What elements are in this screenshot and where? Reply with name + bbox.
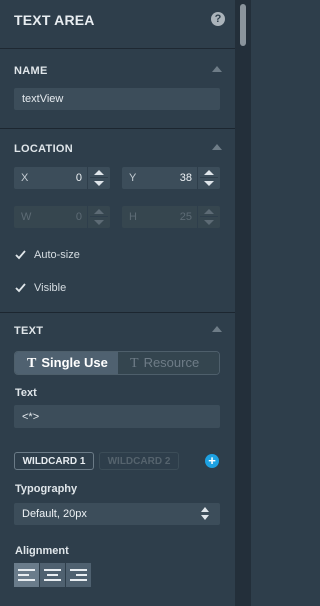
x-stepper-arrows[interactable] xyxy=(87,167,110,189)
name-input[interactable]: textView xyxy=(14,88,220,110)
w-label: W xyxy=(21,211,32,223)
y-label: Y xyxy=(129,172,137,184)
text-input-value: <*> xyxy=(22,410,40,423)
wildcard-2-tab[interactable]: WILDCARD 2 xyxy=(99,452,179,470)
scrollbar[interactable] xyxy=(235,0,251,606)
checkmark-icon[interactable] xyxy=(15,282,26,293)
visible-label: Visible xyxy=(34,282,67,294)
single-use-label: Single Use xyxy=(41,355,108,370)
align-center-button[interactable] xyxy=(40,563,65,587)
x-value[interactable]: 0 xyxy=(76,172,82,184)
resource-button[interactable]: T Resource xyxy=(118,352,219,374)
text-t-icon: T xyxy=(130,356,139,371)
collapse-text-chevron-up-icon[interactable] xyxy=(212,326,222,332)
name-input-value: textView xyxy=(22,93,64,105)
help-icon[interactable]: ? xyxy=(211,12,225,26)
panel-header: TEXT AREA ? xyxy=(0,0,235,49)
select-updown-icon xyxy=(200,507,212,521)
add-wildcard-icon[interactable]: + xyxy=(205,454,219,468)
x-label: X xyxy=(21,172,29,184)
width-stepper: W 0 xyxy=(14,206,110,228)
scrollbar-thumb[interactable] xyxy=(240,4,246,46)
section-title-text: TEXT xyxy=(14,325,44,337)
w-stepper-arrows xyxy=(87,206,110,228)
properties-panel: TEXT AREA ? NAME textView LOCATION X 0 Y… xyxy=(0,0,235,606)
text-label: Text xyxy=(15,387,37,399)
x-decrement-icon[interactable] xyxy=(94,181,104,186)
typography-select[interactable]: Default, 20px xyxy=(14,503,220,525)
section-title-name: NAME xyxy=(14,65,48,77)
w-value: 0 xyxy=(75,211,82,223)
x-stepper[interactable]: X 0 xyxy=(14,167,110,189)
text-source-toggle: T Single Use T Resource xyxy=(14,351,220,375)
y-increment-icon[interactable] xyxy=(204,170,214,175)
h-decrement-icon xyxy=(204,220,214,225)
section-title-location: LOCATION xyxy=(14,143,74,155)
divider xyxy=(0,312,235,313)
panel-title: TEXT AREA xyxy=(14,12,95,28)
text-input[interactable]: <*> xyxy=(14,405,220,428)
typography-value: Default, 20px xyxy=(22,508,87,520)
h-stepper-arrows xyxy=(197,206,220,228)
text-t-icon: T xyxy=(27,356,37,371)
h-increment-icon xyxy=(204,209,214,214)
wildcard-1-tab[interactable]: WILDCARD 1 xyxy=(14,452,94,470)
x-increment-icon[interactable] xyxy=(94,170,104,175)
divider xyxy=(0,128,235,129)
y-value[interactable]: 38 xyxy=(180,172,192,184)
single-use-button[interactable]: T Single Use xyxy=(15,352,118,374)
alignment-group xyxy=(14,563,91,587)
checkmark-icon[interactable] xyxy=(15,249,26,260)
collapse-name-chevron-up-icon[interactable] xyxy=(212,66,222,72)
typography-label: Typography xyxy=(15,483,78,495)
align-right-button[interactable] xyxy=(66,563,91,587)
y-decrement-icon[interactable] xyxy=(204,181,214,186)
y-stepper-arrows[interactable] xyxy=(197,167,220,189)
autosize-label: Auto-size xyxy=(34,249,80,261)
height-stepper: H 25 xyxy=(122,206,220,228)
alignment-label: Alignment xyxy=(15,545,69,557)
w-increment-icon xyxy=(94,209,104,214)
collapse-location-chevron-up-icon[interactable] xyxy=(212,144,222,150)
resource-label: Resource xyxy=(143,355,200,370)
w-decrement-icon xyxy=(94,220,104,225)
align-left-button[interactable] xyxy=(14,563,39,587)
h-value: 25 xyxy=(179,211,192,223)
y-stepper[interactable]: Y 38 xyxy=(122,167,220,189)
h-label: H xyxy=(129,211,137,223)
